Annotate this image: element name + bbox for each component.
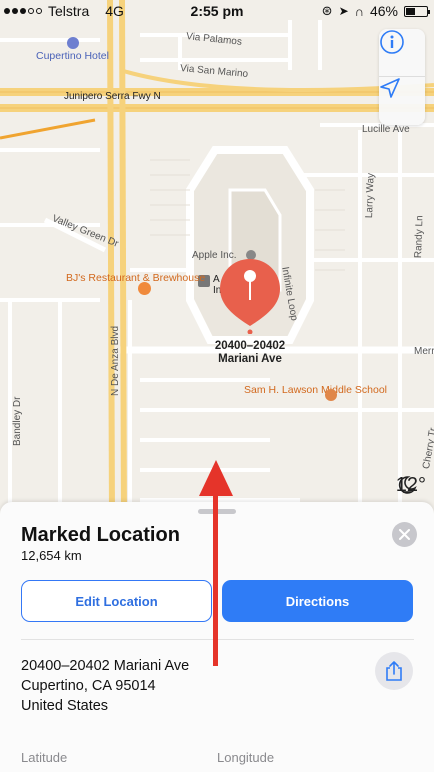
sheet-distance: 12,654 km <box>21 548 82 563</box>
pin-label-line2: Mariani Ave <box>218 353 282 365</box>
orientation-lock-icon: ⊛ <box>321 3 333 18</box>
close-icon <box>399 529 410 540</box>
map-label-school[interactable]: Sam H. Lawson Middle School <box>244 385 387 396</box>
address-line3: United States <box>21 698 109 714</box>
pin-label-line1: 20400–20402 <box>214 340 286 352</box>
map-label-merr: Merr <box>414 346 434 357</box>
battery-icon <box>404 5 430 17</box>
annotation-arrow <box>199 460 233 666</box>
sheet-title: Marked Location <box>21 524 180 546</box>
location-arrow-icon <box>380 78 400 98</box>
moon-cloud-icon <box>398 476 417 494</box>
map-label-larry-way: Larry Way <box>364 172 377 219</box>
locate-button[interactable] <box>379 77 425 125</box>
info-button[interactable] <box>379 29 425 77</box>
address[interactable]: 20400–20402 Mariani Ave Cupertino, CA 95… <box>21 656 189 716</box>
pin-label: 20400–20402 Mariani Ave <box>195 340 305 366</box>
address-line1: 20400–20402 Mariani Ave <box>21 658 190 674</box>
directions-button[interactable]: Directions <box>222 580 413 622</box>
map-label-hotel[interactable]: Cupertino Hotel <box>36 50 109 62</box>
info-icon <box>380 30 404 54</box>
restaurant-icon <box>138 282 151 295</box>
map-label-junipero: Junipero Serra Fwy N <box>64 91 161 102</box>
latitude-label: Latitude <box>21 750 68 765</box>
map-controls <box>379 29 425 125</box>
longitude-label: Longitude <box>217 750 275 765</box>
map-label-lucille: Lucille Ave <box>362 124 410 135</box>
weather-indicator: 12° <box>396 474 426 497</box>
share-button[interactable] <box>375 652 413 690</box>
address-line2: Cupertino, CA 95014 <box>21 678 156 694</box>
map-view[interactable]: Cupertino Hotel Via Palamos Via San Mari… <box>0 0 434 520</box>
share-icon <box>386 661 402 681</box>
map-label-restaurant[interactable]: BJ's Restaurant & Brewhouse <box>66 273 205 284</box>
bed-icon <box>67 37 79 49</box>
status-bar: Telstra 4G 2:55 pm ⊛ ➤ ∩ 46% <box>0 0 434 22</box>
dropped-pin[interactable] <box>219 258 281 334</box>
close-button[interactable] <box>392 522 417 547</box>
headphones-icon: ∩ <box>354 3 364 19</box>
battery-percent: 46% <box>369 3 398 19</box>
map-label-bandley: Bandley Dr <box>12 396 23 446</box>
edit-location-button[interactable]: Edit Location <box>21 580 212 622</box>
map-label-randy-ln: Randy Ln <box>413 215 426 259</box>
location-services-icon: ➤ <box>338 4 349 18</box>
school-icon <box>325 389 337 401</box>
map-label-de-anza: N De Anza Blvd <box>110 325 121 396</box>
